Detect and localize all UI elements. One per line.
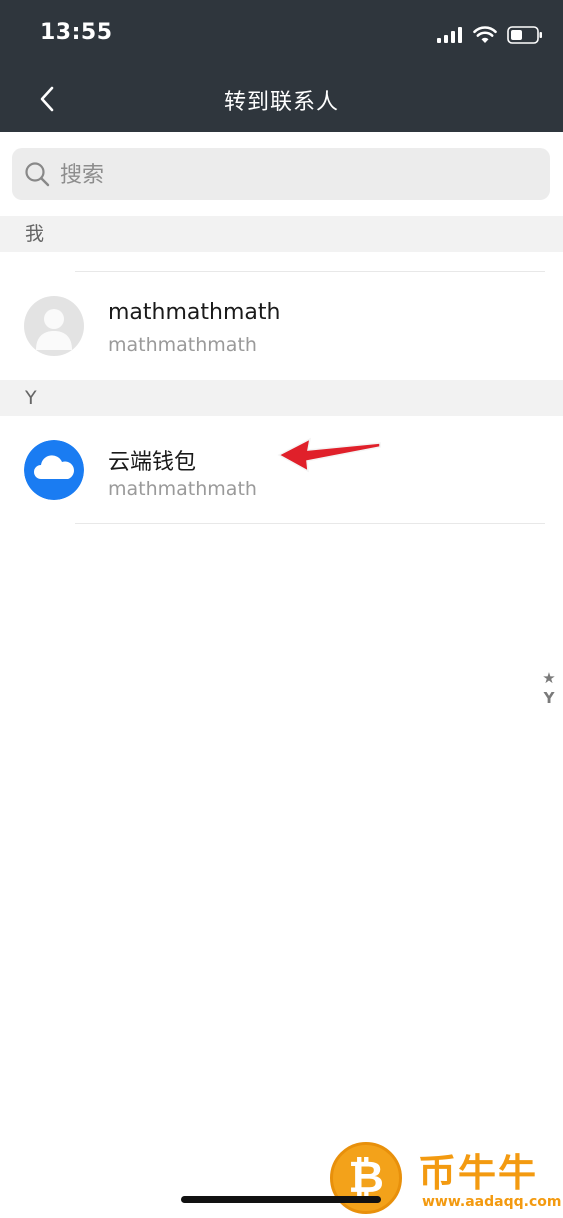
wifi-icon [473, 26, 497, 43]
contact-item-me[interactable]: mathmathmath mathmathmath [0, 274, 563, 378]
watermark-brand: 币牛牛 [418, 1151, 539, 1195]
contact-name: mathmathmath [108, 300, 281, 325]
status-time: 13:55 [40, 20, 113, 45]
watermark-logo: ₿ 币牛牛 www.aadaqq.com [330, 1140, 563, 1218]
page-title: 转到联系人 [223, 90, 339, 115]
watermark-url: www.aadaqq.com [422, 1194, 562, 1210]
person-avatar-icon [24, 296, 84, 356]
alphabet-index-bar[interactable]: ★ Y [541, 668, 557, 708]
divider [75, 523, 545, 524]
signal-icon [437, 27, 462, 43]
section-header-y: Y [0, 380, 563, 416]
avatar [24, 296, 84, 356]
index-item-star[interactable]: ★ [541, 668, 557, 688]
section-header-me: 我 [0, 216, 563, 252]
section-header-label: Y [25, 387, 37, 409]
home-indicator [181, 1196, 381, 1203]
contact-subtitle: mathmathmath [108, 478, 257, 500]
section-header-label: 我 [25, 223, 45, 245]
divider [75, 271, 545, 272]
navigation-header: 13:55 转到联系人 [0, 0, 563, 132]
cloud-avatar-icon [24, 440, 84, 500]
contact-subtitle: mathmathmath [108, 334, 257, 356]
index-item-y[interactable]: Y [541, 688, 557, 708]
avatar [24, 440, 84, 500]
battery-icon [507, 26, 542, 44]
search-bar[interactable] [12, 148, 550, 202]
status-icons [437, 24, 543, 46]
search-icon [25, 162, 50, 187]
bitcoin-coin-icon: ₿ [330, 1142, 402, 1214]
contact-name: 云端钱包 [108, 450, 197, 475]
red-arrow-icon [277, 437, 381, 473]
search-input[interactable] [58, 148, 532, 202]
